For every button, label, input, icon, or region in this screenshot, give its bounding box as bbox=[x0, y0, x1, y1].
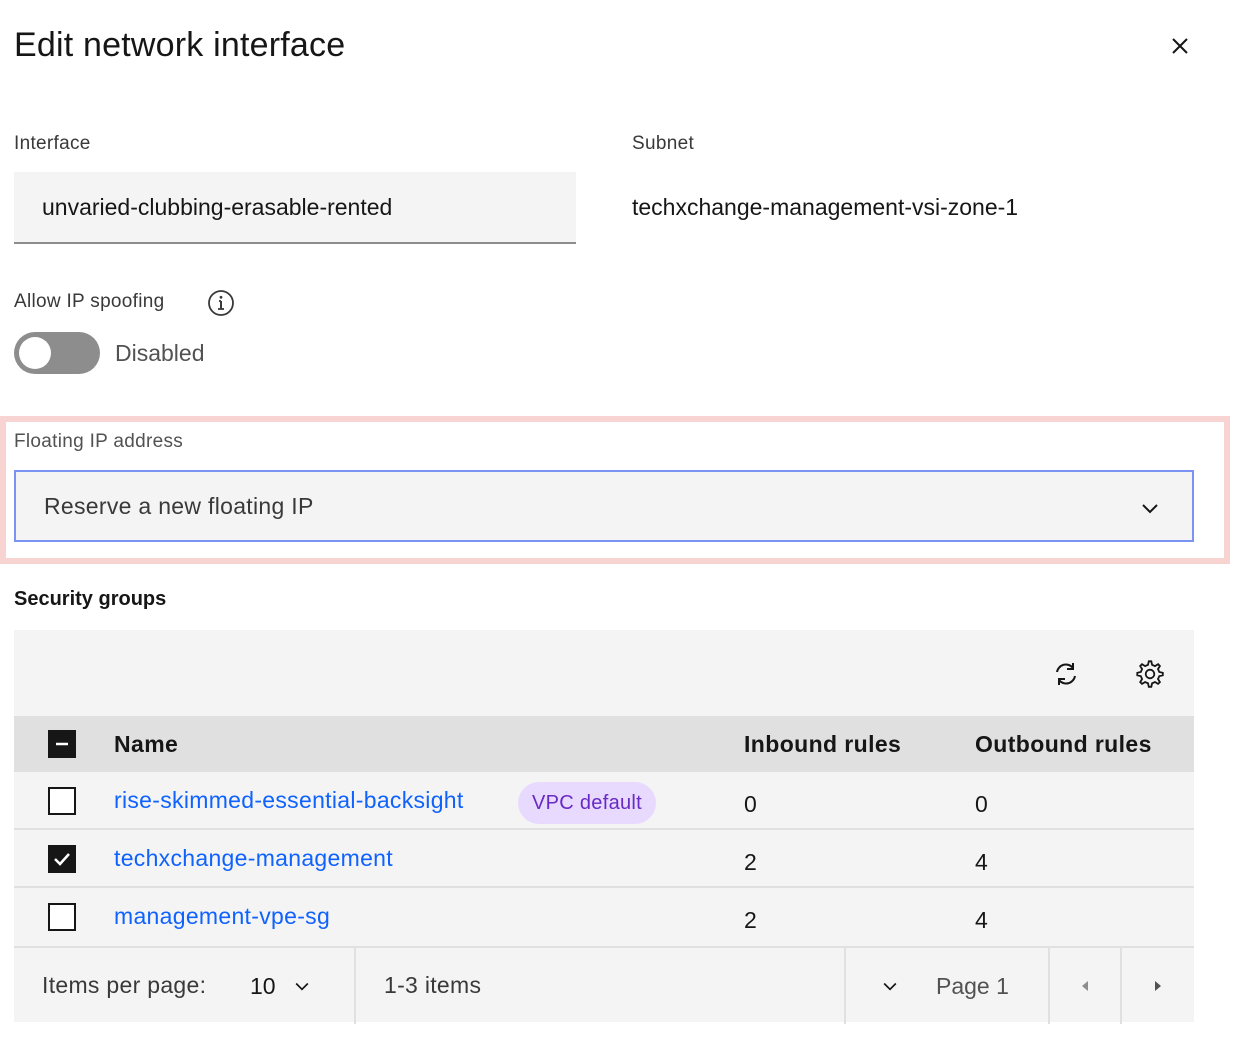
toggle-knob bbox=[19, 337, 51, 369]
modal-title: Edit network interface bbox=[14, 26, 346, 64]
info-icon[interactable] bbox=[207, 289, 235, 317]
caret-left-icon bbox=[1082, 981, 1088, 991]
close-button[interactable] bbox=[1164, 30, 1196, 62]
inbound-rules-count: 0 bbox=[744, 791, 757, 817]
indeterminate-icon bbox=[56, 742, 68, 746]
column-header-name[interactable]: Name bbox=[114, 731, 178, 758]
ip-spoofing-label: Allow IP spoofing bbox=[14, 291, 165, 312]
gear-icon bbox=[1136, 660, 1164, 688]
security-groups-table: Name Inbound rules Outbound rules rise-s… bbox=[14, 630, 1194, 1024]
close-icon bbox=[1172, 38, 1188, 54]
column-header-outbound[interactable]: Outbound rules bbox=[975, 731, 1152, 758]
row-checkbox[interactable] bbox=[48, 903, 76, 931]
ip-spoofing-toggle[interactable] bbox=[14, 332, 100, 374]
checkmark-icon bbox=[54, 853, 70, 866]
chevron-down-icon bbox=[295, 982, 309, 991]
chevron-down-icon bbox=[883, 982, 897, 991]
divider bbox=[354, 948, 356, 1024]
inbound-rules-count: 2 bbox=[744, 849, 757, 875]
row-checkbox[interactable] bbox=[48, 787, 76, 815]
table-row: management-vpe-sg 2 4 bbox=[14, 888, 1194, 946]
outbound-rules-count: 4 bbox=[975, 907, 988, 933]
table-header: Name Inbound rules Outbound rules bbox=[14, 716, 1194, 772]
pagination-bar: Items per page: 10 1-3 items Page 1 bbox=[14, 946, 1194, 1024]
page-select[interactable]: Page 1 bbox=[880, 948, 1030, 1024]
previous-page-button[interactable] bbox=[1050, 948, 1120, 1024]
select-all-checkbox[interactable] bbox=[48, 730, 76, 758]
security-group-link[interactable]: techxchange-management bbox=[114, 845, 393, 872]
settings-button[interactable] bbox=[1130, 654, 1170, 694]
chevron-down-icon bbox=[1142, 504, 1158, 514]
outbound-rules-count: 0 bbox=[975, 791, 988, 817]
page-text: Page 1 bbox=[936, 972, 1009, 999]
table-row: techxchange-management 2 4 bbox=[14, 830, 1194, 888]
floating-ip-select[interactable]: Reserve a new floating IP bbox=[14, 470, 1194, 542]
vpc-default-tag: VPC default bbox=[518, 782, 657, 824]
item-range-text: 1-3 items bbox=[384, 972, 482, 998]
column-header-inbound[interactable]: Inbound rules bbox=[744, 731, 901, 758]
refresh-icon bbox=[1056, 663, 1076, 685]
table-toolbar bbox=[14, 630, 1194, 716]
ip-spoofing-state: Disabled bbox=[115, 340, 205, 366]
inbound-rules-count: 2 bbox=[744, 907, 757, 933]
caret-right-icon bbox=[1155, 981, 1161, 991]
subnet-value: techxchange-management-vsi-zone-1 bbox=[632, 194, 1019, 220]
security-group-link[interactable]: rise-skimmed-essential-backsight bbox=[114, 787, 464, 814]
interface-input[interactable] bbox=[14, 172, 576, 244]
interface-label: Interface bbox=[14, 133, 91, 154]
security-group-link[interactable]: management-vpe-sg bbox=[114, 903, 330, 930]
row-checkbox[interactable] bbox=[48, 845, 76, 873]
items-per-page-select[interactable]: 10 bbox=[250, 948, 350, 1024]
subnet-label: Subnet bbox=[632, 133, 695, 154]
floating-ip-selected-value: Reserve a new floating IP bbox=[44, 492, 314, 519]
divider bbox=[844, 948, 846, 1024]
refresh-button[interactable] bbox=[1046, 654, 1086, 694]
floating-ip-label: Floating IP address bbox=[14, 431, 184, 452]
items-per-page-label: Items per page: bbox=[42, 972, 207, 998]
next-page-button[interactable] bbox=[1122, 948, 1194, 1024]
items-per-page-value: 10 bbox=[250, 972, 276, 999]
security-groups-title: Security groups bbox=[14, 588, 167, 610]
table-row: rise-skimmed-essential-backsight VPC def… bbox=[14, 772, 1194, 830]
outbound-rules-count: 4 bbox=[975, 849, 988, 875]
